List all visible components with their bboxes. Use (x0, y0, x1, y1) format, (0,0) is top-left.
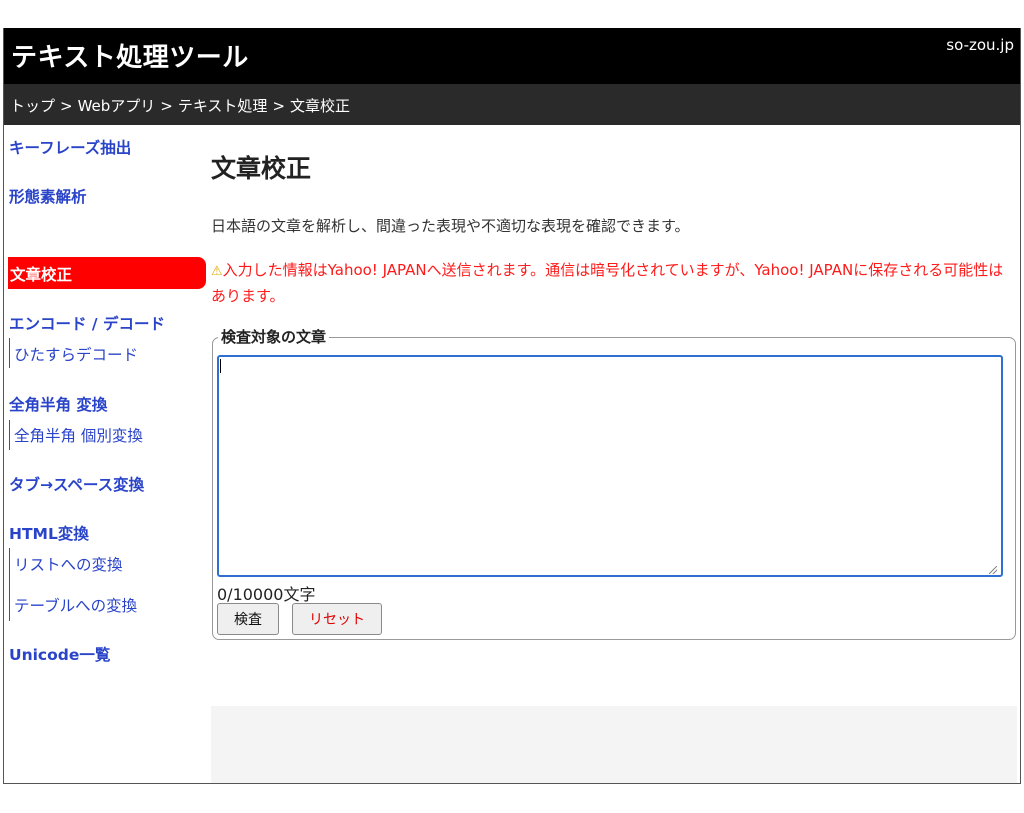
sidebar-item-proofread-active[interactable]: 文章校正 (8, 257, 206, 289)
site-header: テキスト処理ツール so-zou.jp (4, 28, 1020, 84)
check-button[interactable]: 検査 (217, 603, 279, 635)
page-frame: テキスト処理ツール so-zou.jp トップ > Webアプリ > テキスト処理 > 文章… (3, 28, 1021, 784)
sidebar-item-tab-space[interactable]: タブ→スペース変換 (9, 473, 144, 495)
warning-message: ⚠入力した情報はYahoo! JAPANへ送信されます。通信は暗号化されています… (211, 258, 1015, 309)
sidebar-subgroup-html: リストへの変換 テーブルへの変換 (9, 548, 137, 621)
fieldset-legend: 検査対象の文章 (218, 326, 330, 347)
sidebar-item-label: 文章校正 (10, 266, 73, 284)
site-title[interactable]: テキスト処理ツール (11, 37, 249, 74)
sidebar-item-zenkaku-each[interactable]: 全角半角 個別変換 (14, 424, 143, 446)
content-footer-area (211, 706, 1017, 783)
breadcrumb: トップ > Webアプリ > テキスト処理 > 文章校正 (4, 84, 1020, 125)
site-domain-link[interactable]: so-zou.jp (946, 36, 1014, 54)
sidebar-subgroup-encode: ひたすらデコード (9, 338, 138, 368)
sidebar: キーフレーズ抽出 形態素解析 文章校正 エンコード / デコード ひたすらデコー… (4, 125, 206, 783)
sidebar-item-zenkaku[interactable]: 全角半角 変換 (9, 393, 107, 415)
page-description: 日本語の文章を解析し、間違った表現や不適切な表現を確認できます。 (211, 217, 690, 235)
sidebar-item-to-list[interactable]: リストへの変換 (14, 553, 123, 575)
sidebar-item-hitasura-decode[interactable]: ひたすらデコード (14, 343, 138, 365)
breadcrumb-top[interactable]: トップ (10, 97, 55, 115)
sidebar-item-unicode[interactable]: Unicode一覧 (9, 643, 110, 665)
warning-icon: ⚠ (211, 264, 223, 279)
main-content: 文章校正 日本語の文章を解析し、間違った表現や不適切な表現を確認できます。 ⚠入… (211, 125, 1017, 783)
check-target-fieldset: 検査対象の文章 0/10000文字 検査 リセット (212, 326, 1016, 640)
sidebar-subgroup-zenkaku: 全角半角 個別変換 (9, 420, 143, 450)
breadcrumb-separator: > (60, 97, 73, 115)
sidebar-item-to-table[interactable]: テーブルへの変換 (14, 594, 137, 616)
sidebar-item-encode[interactable]: エンコード / デコード (9, 312, 165, 334)
sidebar-item-morph[interactable]: 形態素解析 (9, 185, 87, 207)
breadcrumb-webapp[interactable]: Webアプリ (78, 97, 156, 115)
sidebar-item-html[interactable]: HTML変換 (9, 522, 89, 544)
reset-button[interactable]: リセット (292, 603, 382, 635)
breadcrumb-separator: > (160, 97, 173, 115)
breadcrumb-text-processing[interactable]: テキスト処理 (178, 97, 268, 115)
breadcrumb-current: 文章校正 (290, 97, 351, 115)
breadcrumb-separator: > (272, 97, 286, 115)
text-caret (220, 359, 221, 373)
character-counter: 0/10000文字 (217, 585, 316, 604)
warning-text: 入力した情報はYahoo! JAPANへ送信されます。通信は暗号化されていますが… (211, 261, 1004, 305)
sidebar-item-keyphrase[interactable]: キーフレーズ抽出 (9, 136, 131, 158)
text-input-area[interactable] (217, 355, 1003, 577)
page-title: 文章校正 (211, 154, 312, 183)
resize-grip-icon[interactable] (989, 566, 997, 574)
